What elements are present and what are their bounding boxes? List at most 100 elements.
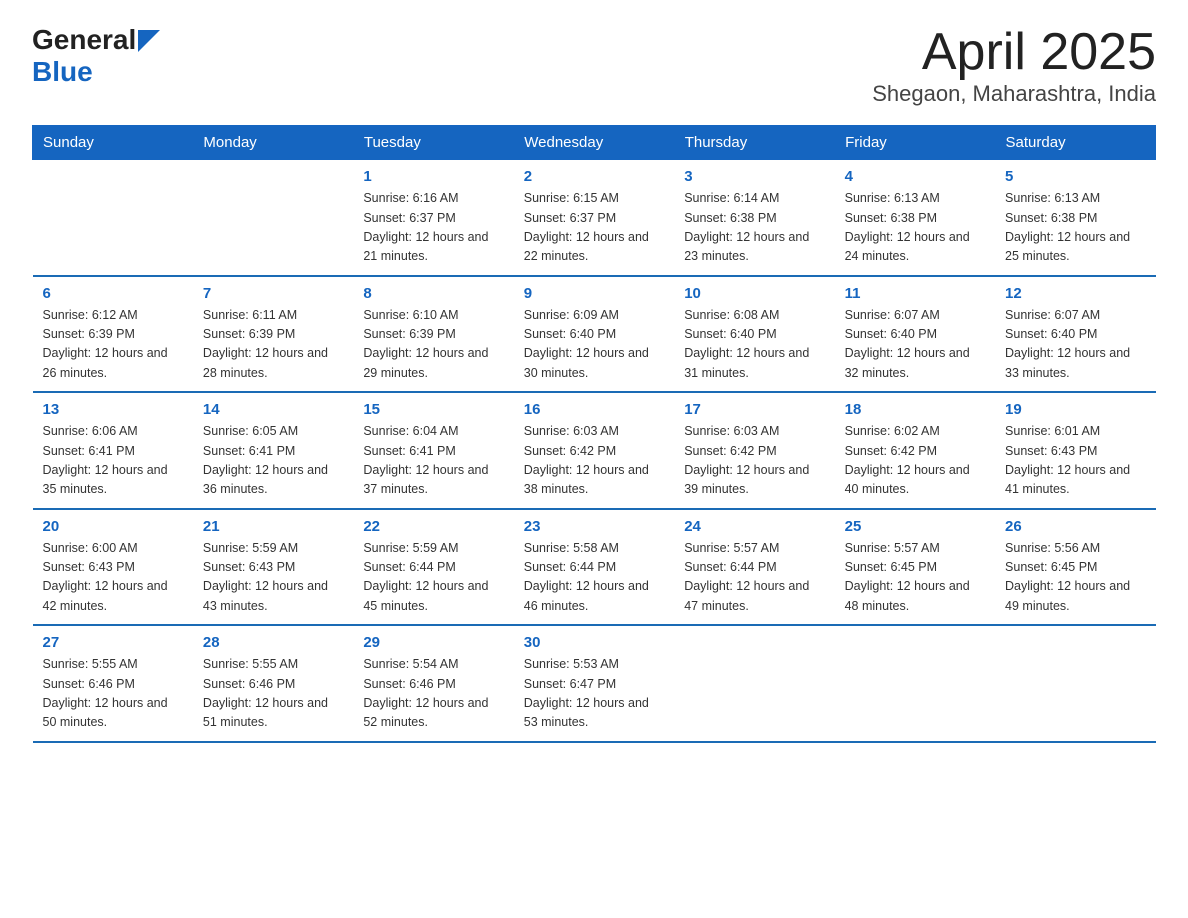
- day-number: 18: [845, 401, 985, 418]
- day-number: 13: [43, 401, 183, 418]
- calendar-day-cell: 29 Sunrise: 5:54 AMSunset: 6:46 PMDayligh…: [353, 625, 513, 742]
- day-info: Sunrise: 5:57 AMSunset: 6:45 PMDaylight:…: [845, 539, 985, 617]
- calendar-day-cell: [835, 625, 995, 742]
- calendar-day-cell: 18 Sunrise: 6:02 AMSunset: 6:42 PMDayligh…: [835, 392, 995, 509]
- day-number: 26: [1005, 518, 1145, 535]
- logo-general: General: [32, 24, 136, 56]
- calendar-day-header: Saturday: [995, 126, 1155, 160]
- day-number: 27: [43, 634, 183, 651]
- calendar-day-header: Tuesday: [353, 126, 513, 160]
- calendar-day-cell: 14 Sunrise: 6:05 AMSunset: 6:41 PMDayligh…: [193, 392, 353, 509]
- day-number: 21: [203, 518, 343, 535]
- calendar-day-header: Thursday: [674, 126, 834, 160]
- day-info: Sunrise: 6:03 AMSunset: 6:42 PMDaylight:…: [524, 422, 664, 500]
- day-number: 14: [203, 401, 343, 418]
- calendar-day-cell: 3 Sunrise: 6:14 AMSunset: 6:38 PMDaylight…: [674, 160, 834, 276]
- day-number: 24: [684, 518, 824, 535]
- calendar-day-cell: 17 Sunrise: 6:03 AMSunset: 6:42 PMDayligh…: [674, 392, 834, 509]
- calendar-header-row: SundayMondayTuesdayWednesdayThursdayFrid…: [33, 126, 1156, 160]
- calendar-day-cell: 20 Sunrise: 6:00 AMSunset: 6:43 PMDayligh…: [33, 509, 193, 626]
- calendar-week-row: 27 Sunrise: 5:55 AMSunset: 6:46 PMDayligh…: [33, 625, 1156, 742]
- calendar-day-cell: 10Sunrise: 6:08 AMSunset: 6:40 PMDayligh…: [674, 276, 834, 393]
- calendar-day-header: Monday: [193, 126, 353, 160]
- day-info: Sunrise: 6:00 AMSunset: 6:43 PMDaylight:…: [43, 539, 183, 617]
- page-title: April 2025: [872, 24, 1156, 81]
- calendar-table: SundayMondayTuesdayWednesdayThursdayFrid…: [32, 125, 1156, 743]
- calendar-day-cell: 30 Sunrise: 5:53 AMSunset: 6:47 PMDayligh…: [514, 625, 674, 742]
- calendar-day-header: Friday: [835, 126, 995, 160]
- day-number: 6: [43, 285, 183, 302]
- calendar-week-row: 1Sunrise: 6:16 AMSunset: 6:37 PMDaylight…: [33, 160, 1156, 276]
- calendar-day-cell: 8 Sunrise: 6:10 AMSunset: 6:39 PMDaylight…: [353, 276, 513, 393]
- day-info: Sunrise: 6:10 AMSunset: 6:39 PMDaylight:…: [363, 306, 503, 384]
- day-number: 22: [363, 518, 503, 535]
- calendar-day-cell: 27 Sunrise: 5:55 AMSunset: 6:46 PMDayligh…: [33, 625, 193, 742]
- day-number: 9: [524, 285, 664, 302]
- day-info: Sunrise: 5:59 AMSunset: 6:43 PMDaylight:…: [203, 539, 343, 617]
- day-info: Sunrise: 5:53 AMSunset: 6:47 PMDaylight:…: [524, 655, 664, 733]
- logo-triangle-icon: [138, 30, 160, 52]
- calendar-day-cell: 2Sunrise: 6:15 AMSunset: 6:37 PMDaylight…: [514, 160, 674, 276]
- day-number: 17: [684, 401, 824, 418]
- day-info: Sunrise: 6:07 AMSunset: 6:40 PMDaylight:…: [1005, 306, 1145, 384]
- calendar-day-cell: 23 Sunrise: 5:58 AMSunset: 6:44 PMDayligh…: [514, 509, 674, 626]
- title-block: April 2025 Shegaon, Maharashtra, India: [872, 24, 1156, 107]
- day-info: Sunrise: 5:57 AMSunset: 6:44 PMDaylight:…: [684, 539, 824, 617]
- day-number: 8: [363, 285, 503, 302]
- day-number: 15: [363, 401, 503, 418]
- day-info: Sunrise: 6:16 AMSunset: 6:37 PMDaylight:…: [363, 189, 503, 267]
- day-info: Sunrise: 6:11 AMSunset: 6:39 PMDaylight:…: [203, 306, 343, 384]
- day-info: Sunrise: 6:04 AMSunset: 6:41 PMDaylight:…: [363, 422, 503, 500]
- day-number: 16: [524, 401, 664, 418]
- calendar-week-row: 13 Sunrise: 6:06 AMSunset: 6:41 PMDayligh…: [33, 392, 1156, 509]
- day-info: Sunrise: 6:12 AMSunset: 6:39 PMDaylight:…: [43, 306, 183, 384]
- calendar-day-cell: 4 Sunrise: 6:13 AMSunset: 6:38 PMDaylight…: [835, 160, 995, 276]
- day-number: 5: [1005, 168, 1145, 185]
- calendar-day-header: Wednesday: [514, 126, 674, 160]
- day-number: 28: [203, 634, 343, 651]
- calendar-day-cell: [995, 625, 1155, 742]
- calendar-day-cell: 24 Sunrise: 5:57 AMSunset: 6:44 PMDayligh…: [674, 509, 834, 626]
- calendar-day-cell: 25 Sunrise: 5:57 AMSunset: 6:45 PMDayligh…: [835, 509, 995, 626]
- calendar-day-cell: 5 Sunrise: 6:13 AMSunset: 6:38 PMDaylight…: [995, 160, 1155, 276]
- day-number: 30: [524, 634, 664, 651]
- day-info: Sunrise: 5:56 AMSunset: 6:45 PMDaylight:…: [1005, 539, 1145, 617]
- day-info: Sunrise: 6:03 AMSunset: 6:42 PMDaylight:…: [684, 422, 824, 500]
- day-number: 20: [43, 518, 183, 535]
- calendar-day-cell: 15 Sunrise: 6:04 AMSunset: 6:41 PMDayligh…: [353, 392, 513, 509]
- day-info: Sunrise: 6:08 AMSunset: 6:40 PMDaylight:…: [684, 306, 824, 384]
- day-number: 11: [845, 285, 985, 302]
- calendar-day-cell: 6 Sunrise: 6:12 AMSunset: 6:39 PMDaylight…: [33, 276, 193, 393]
- day-info: Sunrise: 6:01 AMSunset: 6:43 PMDaylight:…: [1005, 422, 1145, 500]
- calendar-day-cell: 9Sunrise: 6:09 AMSunset: 6:40 PMDaylight…: [514, 276, 674, 393]
- calendar-day-cell: 7Sunrise: 6:11 AMSunset: 6:39 PMDaylight…: [193, 276, 353, 393]
- day-number: 12: [1005, 285, 1145, 302]
- day-info: Sunrise: 6:02 AMSunset: 6:42 PMDaylight:…: [845, 422, 985, 500]
- day-number: 23: [524, 518, 664, 535]
- day-info: Sunrise: 6:05 AMSunset: 6:41 PMDaylight:…: [203, 422, 343, 500]
- day-info: Sunrise: 5:58 AMSunset: 6:44 PMDaylight:…: [524, 539, 664, 617]
- day-info: Sunrise: 6:13 AMSunset: 6:38 PMDaylight:…: [1005, 189, 1145, 267]
- calendar-day-cell: [33, 160, 193, 276]
- calendar-day-cell: 1Sunrise: 6:16 AMSunset: 6:37 PMDaylight…: [353, 160, 513, 276]
- page-subtitle: Shegaon, Maharashtra, India: [872, 81, 1156, 107]
- day-number: 3: [684, 168, 824, 185]
- calendar-day-cell: 22 Sunrise: 5:59 AMSunset: 6:44 PMDayligh…: [353, 509, 513, 626]
- day-number: 4: [845, 168, 985, 185]
- calendar-week-row: 20 Sunrise: 6:00 AMSunset: 6:43 PMDayligh…: [33, 509, 1156, 626]
- day-info: Sunrise: 5:55 AMSunset: 6:46 PMDaylight:…: [203, 655, 343, 733]
- day-info: Sunrise: 6:14 AMSunset: 6:38 PMDaylight:…: [684, 189, 824, 267]
- day-number: 29: [363, 634, 503, 651]
- day-number: 2: [524, 168, 664, 185]
- day-info: Sunrise: 6:06 AMSunset: 6:41 PMDaylight:…: [43, 422, 183, 500]
- logo-blue: Blue: [32, 56, 93, 88]
- calendar-day-cell: 28 Sunrise: 5:55 AMSunset: 6:46 PMDayligh…: [193, 625, 353, 742]
- calendar-day-cell: 21 Sunrise: 5:59 AMSunset: 6:43 PMDayligh…: [193, 509, 353, 626]
- day-info: Sunrise: 5:59 AMSunset: 6:44 PMDaylight:…: [363, 539, 503, 617]
- day-number: 25: [845, 518, 985, 535]
- day-info: Sunrise: 5:55 AMSunset: 6:46 PMDaylight:…: [43, 655, 183, 733]
- day-number: 19: [1005, 401, 1145, 418]
- calendar-day-cell: 11Sunrise: 6:07 AMSunset: 6:40 PMDayligh…: [835, 276, 995, 393]
- day-info: Sunrise: 6:13 AMSunset: 6:38 PMDaylight:…: [845, 189, 985, 267]
- day-info: Sunrise: 5:54 AMSunset: 6:46 PMDaylight:…: [363, 655, 503, 733]
